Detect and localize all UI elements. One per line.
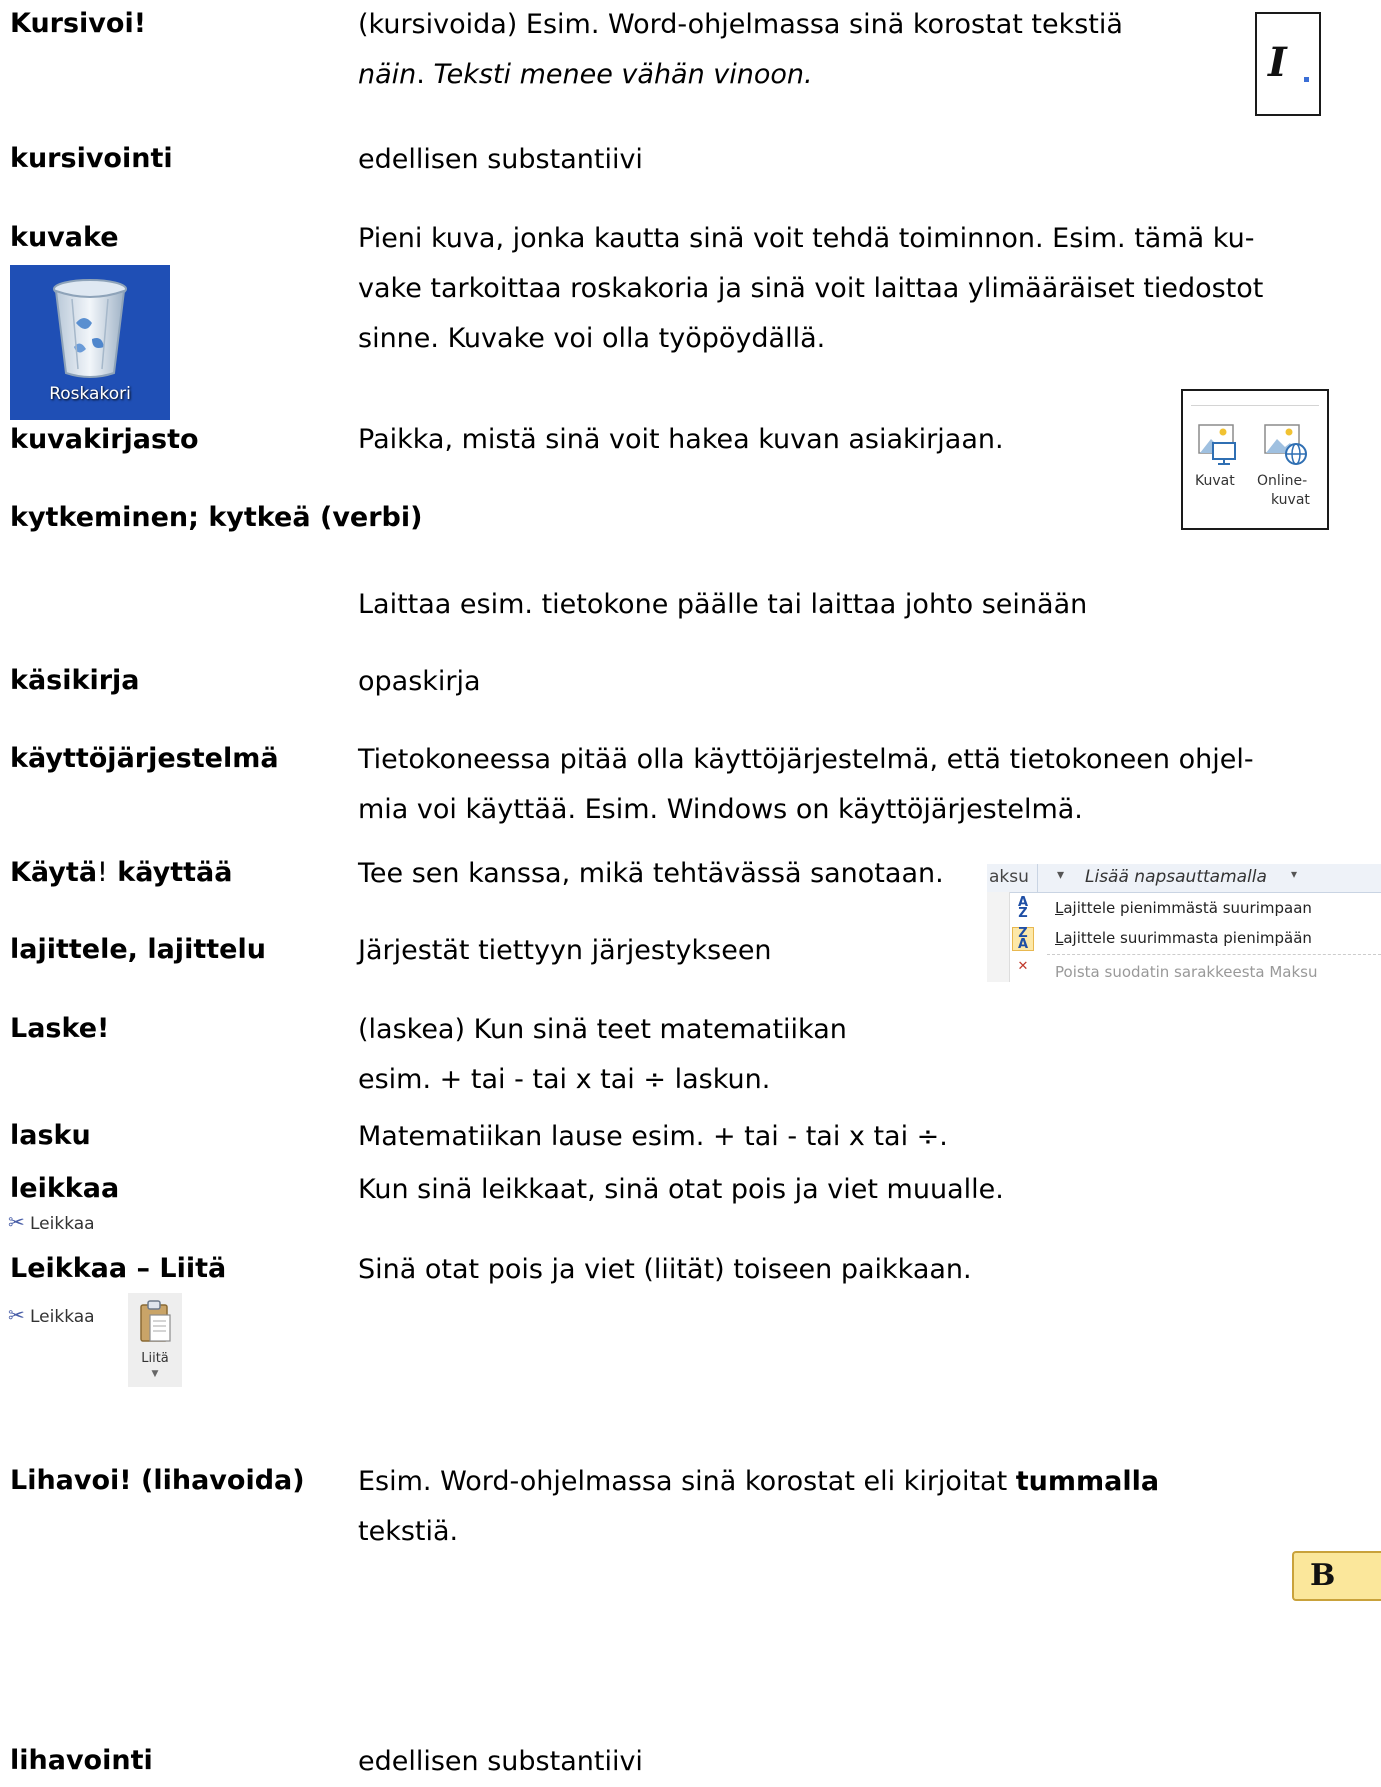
def-lihavoi-line2: tekstiä. [358, 1516, 459, 1547]
bold-example: tummalla [1015, 1466, 1160, 1497]
paste-dropdown-icon: ▼ [151, 1369, 159, 1379]
online-pictures-label-2: kuvat [1271, 492, 1310, 508]
picture-gallery-icons: Kuvat Online- kuvat [1181, 389, 1329, 530]
def-kayttojarjestelma: Tietokoneessa pitää olla käyttöjärjestel… [358, 735, 1368, 835]
term-kuvakirjasto: kuvakirjasto [10, 424, 199, 455]
term-leikkaa-liita: Leikkaa – Liitä [10, 1253, 227, 1284]
term-lasku: lasku [10, 1120, 91, 1151]
def-kuvake-line1: Pieni kuva, jonka kautta sinä voit tehdä… [358, 223, 1255, 254]
def-kuvakirjasto: Paikka, mistä sinä voit hakea kuvan asia… [358, 424, 1004, 455]
def-lihavoi: Esim. Word-ohjelmassa sinä korostat eli … [358, 1457, 1159, 1557]
def-kuvake: Pieni kuva, jonka kautta sinä voit tehdä… [358, 214, 1368, 364]
online-pictures-label-1: Online- [1257, 473, 1308, 489]
cut-paste-buttons: ✂ Leikkaa Liitä ▼ [8, 1293, 188, 1393]
def-leikkaa-liita: Sinä otat pois ja viet (liität) toiseen … [358, 1254, 972, 1285]
italic-sentence: Teksti menee vähän vinoon. [433, 59, 813, 90]
def-kytkeminen: Laittaa esim. tietokone päälle tai laitt… [358, 589, 1088, 620]
bold-glyph: B [1310, 1558, 1336, 1593]
cut-button: ✂ Leikkaa [8, 1303, 95, 1327]
italic-example: näin [358, 59, 417, 90]
term-kursivointi: kursivointi [10, 143, 173, 174]
def-kayttojarjestelma-line1: Tietokoneessa pitää olla käyttöjärjestel… [358, 744, 1254, 775]
def-kayta: Tee sen kanssa, mikä tehtävässä sanotaan… [358, 858, 944, 889]
cut-label: Leikkaa [30, 1214, 95, 1234]
menu-item-clear-filter-text: Poista suodatin sarakkeesta Maksu [1055, 963, 1318, 981]
italic-button-icon: I [1255, 12, 1321, 116]
def-kasikirja: opaskirja [358, 666, 481, 697]
term-lajittele: lajittele, lajittelu [10, 934, 266, 965]
clear-filter-icon: ✕ [1017, 959, 1029, 974]
dropdown-arrow-icon: ▾ [1291, 867, 1298, 881]
term-kayta: Käytä! käyttää [10, 855, 232, 891]
term-kayta-a: Käytä [10, 857, 98, 888]
pictures-icon [1198, 424, 1236, 465]
trash-can-icon [53, 279, 127, 378]
sep: . [416, 59, 434, 90]
add-column-label: Lisää napsauttamalla [1085, 867, 1267, 887]
column-divider [1037, 864, 1038, 892]
def-kuvake-line3: sinne. Kuvake voi olla työpöydällä. [358, 323, 826, 354]
clipboard-icon [140, 1300, 171, 1342]
menu-item-sort-desc-text: Lajittele suurimmasta pienimpään [1055, 929, 1312, 947]
scissors-icon: ✂ [8, 1303, 25, 1327]
term-kayta-c: käyttää [107, 857, 233, 888]
term-kuvake: kuvake [10, 222, 119, 253]
pictures-label: Kuvat [1195, 473, 1235, 489]
term-kytkeminen: kytkeminen; kytkeä (verbi) [10, 502, 423, 533]
def-lajittele: Järjestät tiettyyn järjestykseen [358, 935, 772, 966]
def-laske: (laskea) Kun sinä teet matematiikan esim… [358, 1005, 847, 1105]
sort-descending-icon: ZA [1012, 927, 1034, 951]
menu-text: ajittele suurimmasta pienimpään [1063, 929, 1312, 947]
term-laske: Laske! [10, 1013, 110, 1044]
paste-label: Liitä [141, 1351, 169, 1366]
column-header-label: aksu [989, 867, 1029, 887]
def-kursivoi-line2: näin. Teksti menee vähän vinoon. [358, 50, 1123, 100]
term-lihavointi: lihavointi [10, 1745, 153, 1776]
def-kayttojarjestelma-line2: mia voi käyttää. Esim. Windows on käyttö… [358, 794, 1083, 825]
def-laske-line1: (laskea) Kun sinä teet matematiikan [358, 1014, 847, 1045]
def-kuvake-line2: vake tarkoittaa roskakoria ja sinä voit … [358, 273, 1264, 304]
term-lihavoi: Lihavoi! (lihavoida) [10, 1465, 305, 1496]
def-kursivoi: (kursivoida) Esim. Word-ohjelmassa sinä … [358, 0, 1123, 100]
menu-text: ajittele pienimmästä suurimpaan [1063, 899, 1312, 917]
ribbon-separator [1191, 405, 1319, 406]
cursor-dot [1304, 77, 1309, 82]
def-lihavointi: edellisen substantiivi [358, 1746, 643, 1777]
recycle-bin-icon: Roskakori [10, 265, 170, 420]
recycle-bin-label: Roskakori [49, 384, 131, 404]
online-pictures-icon [1264, 424, 1307, 465]
term-kursivoi: Kursivoi! [10, 8, 147, 39]
term-kayta-b: ! [97, 857, 108, 888]
def-leikkaa: Kun sinä leikkaat, sinä otat pois ja vie… [358, 1174, 1004, 1205]
term-leikkaa: leikkaa [10, 1173, 120, 1204]
def-laske-line2: esim. + tai - tai x tai ÷ laskun. [358, 1064, 771, 1095]
cut-label: Leikkaa [30, 1307, 95, 1327]
bold-button-icon: B [1292, 1551, 1381, 1601]
menu-item-sort-asc: AZ Lajittele pienimmästä suurimpaan [987, 894, 1381, 924]
def-lihavoi-text: Esim. Word-ohjelmassa sinä korostat eli … [358, 1466, 1016, 1497]
term-kasikirja: käsikirja [10, 665, 140, 696]
sort-ascending-icon: AZ [1017, 895, 1029, 921]
paste-button: Liitä ▼ [128, 1293, 182, 1387]
filter-arrow-icon: ▾ [1057, 867, 1065, 883]
italic-glyph: I [1268, 39, 1287, 86]
menu-separator [1047, 954, 1381, 955]
cut-button-small: ✂ Leikkaa [8, 1210, 95, 1236]
sort-menu-screenshot: aksu ▾ Lisää napsauttamalla ▾ AZ Lajitte… [987, 864, 1381, 982]
column-header: aksu ▾ Lisää napsauttamalla ▾ [987, 864, 1381, 893]
def-kursivointi: edellisen substantiivi [358, 144, 643, 175]
term-kayttojarjestelma: käyttöjärjestelmä [10, 743, 279, 774]
def-lasku: Matematiikan lause esim. + tai - tai x t… [358, 1121, 948, 1152]
def-kursivoi-line1: (kursivoida) Esim. Word-ohjelmassa sinä … [358, 9, 1123, 40]
scissors-icon: ✂ [8, 1210, 25, 1234]
def-lihavoi-line1: Esim. Word-ohjelmassa sinä korostat eli … [358, 1457, 1159, 1507]
menu-item-sort-asc-text: Lajittele pienimmästä suurimpaan [1055, 899, 1312, 917]
menu-item-sort-desc: ZA Lajittele suurimmasta pienimpään [987, 924, 1381, 954]
menu-item-clear-filter: ✕ Poista suodatin sarakkeesta Maksu [987, 958, 1381, 982]
